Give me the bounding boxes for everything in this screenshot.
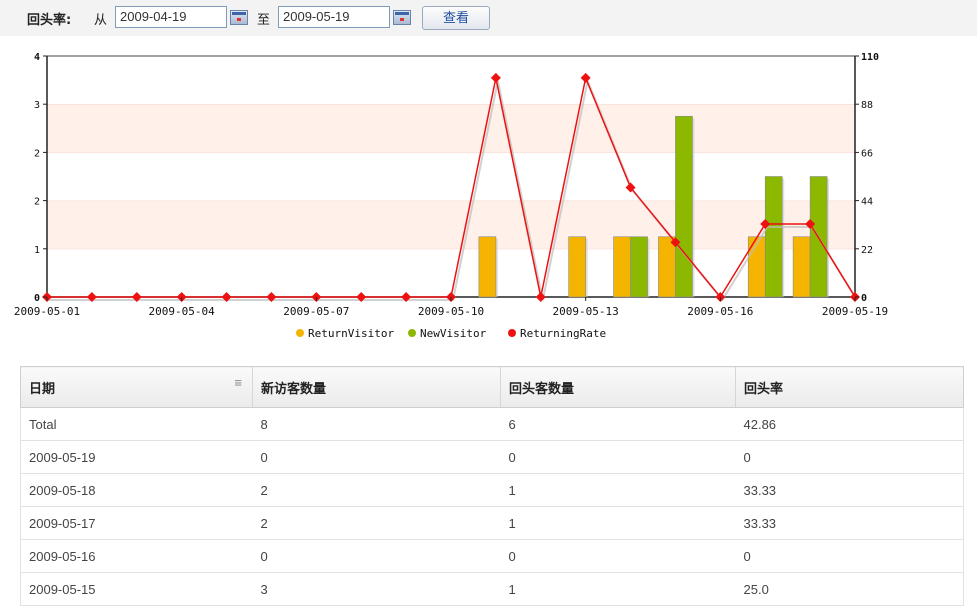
start-calendar-icon[interactable] [230, 10, 248, 25]
chart-legend[interactable]: ReturnVisitor NewVisitor ReturningRate [296, 327, 606, 340]
left-tick-label: 2 [34, 197, 40, 208]
grid-bands [47, 55, 855, 297]
cell-new-visitors: 2 [252, 473, 501, 507]
cell-date: 2009-05-19 [20, 440, 253, 474]
new-visitor-bar [630, 236, 648, 298]
left-tick-label: 4 [34, 52, 40, 63]
cell-returning-rate: 33.33 [735, 473, 964, 507]
cell-new-visitors: 8 [252, 407, 501, 441]
column-header-date[interactable]: 日期 ≡ [20, 366, 253, 408]
table-row: 2009-05-16 0 0 0 [20, 539, 964, 573]
cell-new-visitors: 0 [252, 539, 501, 573]
cell-new-visitors: 3 [252, 572, 501, 606]
returning-rate-chart: 012234 022446688110 2009-05-01 2009-05-04… [14, 52, 888, 340]
legend-label-newvisitor: NewVisitor [420, 327, 487, 340]
right-axis-ticks: 0 22 44 66 88 110 [855, 52, 879, 304]
table-row: Total 8 6 42.86 [20, 407, 964, 441]
left-tick-label: 3 [34, 100, 40, 111]
cell-date: 2009-05-16 [20, 539, 253, 573]
x-tick-label: 2009-05-01 [14, 305, 80, 318]
cell-returning-rate: 0 [735, 440, 964, 474]
left-tick-label: 0 [34, 293, 40, 304]
table-header-row: 日期 ≡ 新访客数量 回头客数量 回头率 [20, 366, 964, 408]
x-tick-label: 2009-05-04 [149, 305, 216, 318]
cell-returning-rate: 42.86 [735, 407, 964, 441]
legend-label-returnvisitor: ReturnVisitor [308, 327, 394, 340]
cell-return-visitors: 0 [500, 539, 736, 573]
return-visitor-bar [613, 236, 631, 298]
legend-marker [296, 329, 304, 337]
cell-return-visitors: 0 [500, 440, 736, 474]
grid-band [47, 104, 855, 153]
legend-marker [508, 329, 516, 337]
x-tick-label: 2009-05-13 [553, 305, 619, 318]
right-tick-label: 0 [861, 293, 867, 304]
right-tick-label: 44 [861, 197, 873, 208]
return-visitor-bar [478, 236, 497, 298]
end-date-input[interactable]: 2009-05-19 [278, 6, 390, 28]
cell-new-visitors: 2 [252, 506, 501, 540]
x-tick-label: 2009-05-16 [687, 305, 753, 318]
left-tick-label: 2 [34, 148, 40, 159]
right-tick-label: 88 [861, 100, 873, 111]
right-tick-label: 110 [861, 52, 879, 63]
return-visitor-bar [658, 236, 676, 298]
return-visitor-bar [568, 236, 586, 298]
x-tick-label: 2009-05-19 [822, 305, 888, 318]
grid-band [47, 200, 855, 249]
return-visitor-bar [792, 236, 811, 298]
grid-band [47, 248, 855, 297]
column-menu-icon[interactable]: ≡ [234, 379, 242, 389]
cell-new-visitors: 0 [252, 440, 501, 474]
left-axis-ticks: 0 1 2 2 3 4 [34, 52, 47, 304]
right-tick-label: 22 [861, 245, 873, 256]
grid-band [47, 152, 855, 201]
cell-return-visitors: 6 [500, 407, 736, 441]
cell-date: 2009-05-18 [20, 473, 253, 507]
column-header-returning-rate[interactable]: 回头率 [735, 366, 964, 408]
column-header-new-visitors[interactable]: 新访客数量 [252, 366, 501, 408]
legend-label-returningrate: ReturningRate [520, 327, 606, 340]
table-row: 2009-05-18 2 1 33.33 [20, 473, 964, 507]
column-header-return-visitors[interactable]: 回头客数量 [500, 366, 736, 408]
filter-label: 回头率: [27, 13, 72, 28]
x-tick-label: 2009-05-10 [418, 305, 484, 318]
table-row: 2009-05-15 3 1 25.0 [20, 572, 964, 606]
new-visitor-bar [675, 115, 693, 298]
cell-return-visitors: 1 [500, 572, 736, 606]
start-date-input[interactable]: 2009-04-19 [115, 6, 227, 28]
left-tick-label: 1 [34, 245, 40, 256]
cell-return-visitors: 1 [500, 473, 736, 507]
table-row: 2009-05-19 0 0 0 [20, 440, 964, 474]
data-table: 日期 ≡ 新访客数量 回头客数量 回头率 Total 8 6 42.86 200… [20, 366, 964, 606]
cell-returning-rate: 25.0 [735, 572, 964, 606]
filter-bar: 回头率: 从 2009-04-19 至 2009-05-19 查看 [0, 0, 977, 36]
x-tick-label: 2009-05-07 [283, 305, 349, 318]
table-row: 2009-05-17 2 1 33.33 [20, 506, 964, 540]
cell-date: 2009-05-15 [20, 572, 253, 606]
cell-date: Total [20, 407, 253, 441]
query-button[interactable]: 查看 [422, 6, 490, 30]
to-label: 至 [257, 13, 271, 28]
right-tick-label: 66 [861, 148, 873, 159]
legend-marker [408, 329, 416, 337]
cell-returning-rate: 0 [735, 539, 964, 573]
grid-band [47, 56, 855, 105]
cell-return-visitors: 1 [500, 506, 736, 540]
from-label: 从 [94, 13, 108, 28]
end-calendar-icon[interactable] [393, 10, 411, 25]
cell-date: 2009-05-17 [20, 506, 253, 540]
new-visitor-bar [764, 176, 783, 298]
cell-returning-rate: 33.33 [735, 506, 964, 540]
